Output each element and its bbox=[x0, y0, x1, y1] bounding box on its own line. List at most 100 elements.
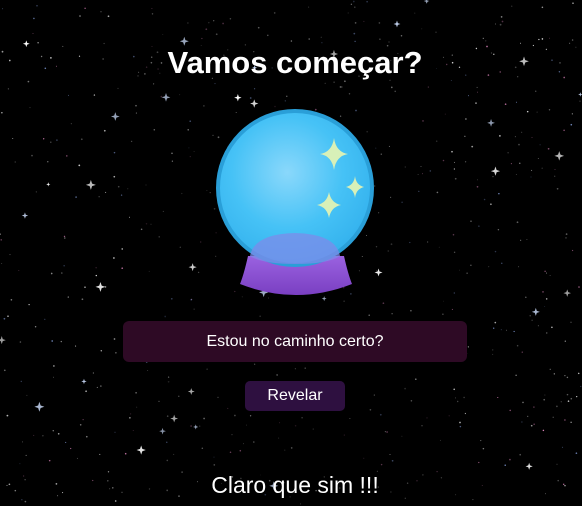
star bbox=[301, 417, 303, 419]
star bbox=[570, 397, 573, 400]
star bbox=[113, 338, 116, 340]
star bbox=[426, 417, 428, 419]
star bbox=[572, 249, 574, 252]
reveal-button[interactable]: Revelar bbox=[245, 381, 345, 411]
star bbox=[570, 421, 572, 423]
star bbox=[388, 41, 390, 43]
star bbox=[565, 237, 567, 239]
star bbox=[453, 292, 455, 294]
star bbox=[79, 424, 82, 426]
star bbox=[190, 298, 193, 301]
star bbox=[63, 235, 66, 238]
star bbox=[572, 2, 574, 4]
star bbox=[9, 254, 11, 256]
star bbox=[443, 300, 444, 302]
star bbox=[312, 428, 315, 430]
star bbox=[290, 40, 293, 42]
star bbox=[464, 161, 467, 163]
sparkle-star bbox=[34, 401, 45, 412]
sparkle-star bbox=[136, 445, 146, 455]
star bbox=[347, 12, 349, 14]
star bbox=[475, 102, 477, 104]
star bbox=[580, 385, 582, 387]
star bbox=[189, 156, 191, 158]
sparkle-star bbox=[393, 20, 401, 28]
sparkle-star bbox=[188, 263, 197, 272]
star bbox=[84, 286, 86, 288]
star bbox=[199, 425, 201, 427]
star bbox=[215, 33, 218, 36]
star bbox=[76, 457, 78, 459]
star bbox=[533, 423, 535, 425]
star bbox=[249, 97, 252, 99]
sparkle-star bbox=[554, 151, 565, 161]
star bbox=[488, 266, 490, 268]
sparkle-star bbox=[531, 307, 540, 316]
sparkle-star bbox=[187, 388, 195, 395]
star bbox=[20, 380, 23, 383]
star bbox=[80, 138, 83, 141]
star bbox=[504, 103, 507, 106]
sparkle-star bbox=[423, 0, 430, 4]
star bbox=[136, 406, 138, 408]
star bbox=[391, 459, 394, 462]
star bbox=[100, 350, 103, 352]
page: Vamos começar? Estou no caminho certo? R… bbox=[0, 0, 582, 506]
star bbox=[394, 90, 396, 93]
star bbox=[14, 161, 16, 163]
star bbox=[82, 419, 84, 421]
star bbox=[426, 241, 429, 243]
star bbox=[380, 463, 383, 466]
star bbox=[178, 395, 180, 397]
star bbox=[354, 40, 356, 43]
star bbox=[510, 163, 512, 165]
star bbox=[34, 326, 37, 328]
star bbox=[494, 250, 497, 253]
star bbox=[453, 251, 456, 254]
star bbox=[459, 421, 461, 424]
star bbox=[535, 90, 537, 92]
star bbox=[70, 123, 72, 125]
star bbox=[19, 341, 22, 343]
star bbox=[463, 396, 465, 399]
star bbox=[201, 37, 203, 40]
star bbox=[538, 38, 540, 41]
star bbox=[482, 447, 485, 450]
star bbox=[575, 452, 578, 455]
star bbox=[442, 313, 444, 315]
star bbox=[286, 95, 288, 97]
star bbox=[147, 369, 149, 372]
star bbox=[549, 37, 550, 39]
star bbox=[420, 166, 422, 167]
star bbox=[465, 118, 467, 120]
star bbox=[278, 437, 280, 439]
star bbox=[549, 368, 551, 370]
star bbox=[537, 325, 539, 327]
star bbox=[410, 309, 412, 312]
star bbox=[548, 109, 551, 111]
star bbox=[103, 129, 106, 132]
star bbox=[53, 376, 55, 378]
star bbox=[519, 162, 521, 164]
star bbox=[114, 500, 117, 502]
star bbox=[115, 351, 117, 354]
star bbox=[166, 459, 169, 462]
star bbox=[526, 110, 529, 113]
star bbox=[26, 394, 28, 396]
star bbox=[439, 439, 442, 441]
star bbox=[162, 33, 164, 35]
star bbox=[229, 451, 232, 453]
question-input[interactable] bbox=[123, 321, 467, 362]
star bbox=[93, 94, 96, 96]
star bbox=[404, 387, 406, 390]
star bbox=[151, 7, 153, 10]
star bbox=[516, 221, 519, 224]
star bbox=[570, 321, 572, 323]
star bbox=[201, 447, 204, 449]
star bbox=[541, 167, 543, 169]
star bbox=[100, 385, 102, 387]
star bbox=[246, 424, 248, 426]
star bbox=[373, 394, 375, 396]
star bbox=[339, 86, 342, 88]
star bbox=[60, 272, 63, 274]
